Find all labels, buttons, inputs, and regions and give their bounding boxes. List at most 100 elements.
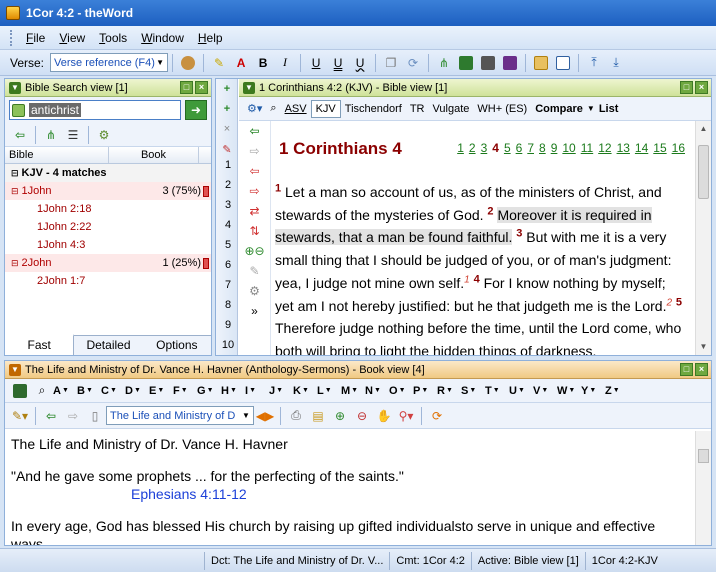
letter-f[interactable]: F ▼	[173, 385, 197, 397]
letter-n[interactable]: N ▼	[365, 385, 389, 397]
zoom-in-icon[interactable]: ⊕	[329, 406, 351, 426]
chapter-link[interactable]: 14	[635, 137, 648, 160]
window-layout-icon[interactable]	[552, 53, 574, 73]
chapter-link[interactable]: 7	[527, 137, 534, 160]
result-verse[interactable]: 1John 4:3	[5, 236, 211, 254]
zoom-icon[interactable]: ⊕⊖	[239, 241, 270, 261]
more-icon[interactable]: »	[239, 301, 270, 321]
remove-icon[interactable]: ×	[216, 119, 238, 139]
tab-tischendorf[interactable]: Tischendorf	[341, 101, 406, 117]
tab-list[interactable]: List	[595, 101, 623, 117]
tab-compare[interactable]: Compare	[531, 101, 587, 117]
letter-l[interactable]: L ▼	[317, 385, 341, 397]
scroll-thumb[interactable]	[698, 449, 709, 463]
letter-v[interactable]: V ▼	[533, 385, 557, 397]
letter-p[interactable]: P ▼	[413, 385, 437, 397]
scroll-up-icon[interactable]: ▲	[696, 121, 711, 137]
dropdown-icon[interactable]	[12, 103, 25, 117]
book-scrollbar[interactable]	[695, 431, 711, 545]
forward-arrow-icon[interactable]: ⇨	[62, 406, 84, 426]
underline-double-icon[interactable]: U	[327, 53, 349, 73]
tab-options[interactable]: Options	[143, 336, 211, 355]
letter-w[interactable]: W ▼	[557, 385, 581, 397]
chapter-link[interactable]: 5	[504, 137, 511, 160]
chapter-link[interactable]: 3	[481, 137, 488, 160]
chapter-link[interactable]: 12	[598, 137, 611, 160]
chapter-link[interactable]: 10	[562, 137, 575, 160]
letter-m[interactable]: M ▼	[341, 385, 365, 397]
library-icon[interactable]	[9, 381, 31, 401]
letter-i[interactable]: I ▼	[245, 385, 269, 397]
palette-icon[interactable]	[177, 53, 199, 73]
book-green-icon[interactable]	[455, 53, 477, 73]
letter-t[interactable]: T ▼	[485, 385, 509, 397]
letter-g[interactable]: G ▼	[197, 385, 221, 397]
result-book-1john[interactable]: ⊟ 1John 3 (75%)	[5, 182, 211, 200]
footnote-marker[interactable]: 1	[464, 274, 470, 285]
hand-icon[interactable]: ✋	[373, 406, 395, 426]
chevron-down-icon[interactable]: ▼	[153, 54, 167, 71]
prev-icon[interactable]: ⇦	[239, 161, 270, 181]
search-query[interactable]: antichrist	[29, 103, 82, 117]
menu-tools[interactable]: Tools	[92, 29, 134, 47]
scroll-down-icon[interactable]: ▼	[696, 339, 711, 355]
sync-icon[interactable]: ⟳	[426, 406, 448, 426]
menu-view[interactable]: View	[52, 29, 92, 47]
letter-o[interactable]: O ▼	[389, 385, 413, 397]
result-book-2john[interactable]: ⊟ 2John 1 (25%)	[5, 254, 211, 272]
align-bottom-icon[interactable]: ⤓	[605, 53, 627, 73]
letter-d[interactable]: D ▼	[125, 385, 149, 397]
up-down-icon[interactable]: ⇅	[239, 221, 270, 241]
letter-b[interactable]: B ▼	[77, 385, 101, 397]
clip-icon[interactable]: ✎	[239, 261, 270, 281]
copy-icon[interactable]: ❐	[380, 53, 402, 73]
settings-icon[interactable]: ⚙	[239, 281, 270, 301]
prev-next-icon[interactable]: ◀▶	[254, 406, 276, 426]
menu-window[interactable]: Window	[134, 29, 191, 47]
search-icon[interactable]: ⌕	[266, 100, 280, 117]
list-view-icon[interactable]: ☰	[62, 125, 84, 145]
italic-icon[interactable]: I	[274, 53, 296, 73]
book-icon[interactable]: ▯	[84, 406, 106, 426]
book-purple-icon[interactable]	[499, 53, 521, 73]
bible-scrollbar[interactable]: ▲ ▼	[695, 121, 711, 355]
chapter-link[interactable]: 16	[672, 137, 685, 160]
underline-icon[interactable]: U	[305, 53, 327, 73]
add-icon[interactable]: +	[216, 99, 238, 119]
footnote-marker[interactable]: 2	[666, 297, 672, 308]
underline-wavy-icon[interactable]: U	[349, 53, 371, 73]
back-arrow-icon[interactable]: ⇦	[9, 125, 31, 145]
letter-r[interactable]: R ▼	[437, 385, 461, 397]
search-go-button[interactable]: ➜	[185, 100, 207, 120]
tab-fast[interactable]: Fast	[5, 334, 75, 355]
options-gear-icon[interactable]: ⚙	[93, 125, 115, 145]
chapter-link[interactable]: 1	[457, 137, 464, 160]
letter-k[interactable]: K ▼	[293, 385, 317, 397]
chevron-down-icon[interactable]: ▼	[9, 81, 21, 94]
tab-vulgate[interactable]: Vulgate	[429, 101, 474, 117]
letter-c[interactable]: C ▼	[101, 385, 125, 397]
close-icon[interactable]: ×	[695, 81, 708, 94]
back-arrow-icon[interactable]: ⇦	[239, 121, 270, 141]
result-verse[interactable]: 1John 2:22	[5, 218, 211, 236]
tab-asv[interactable]: ASV	[281, 101, 311, 117]
letter-z[interactable]: Z ▼	[605, 385, 629, 397]
layout-icon[interactable]	[530, 53, 552, 73]
letter-s[interactable]: S ▼	[461, 385, 485, 397]
letter-u[interactable]: U ▼	[509, 385, 533, 397]
close-icon[interactable]: ×	[695, 363, 708, 376]
book-grey-icon[interactable]	[477, 53, 499, 73]
tree-icon[interactable]: ⋔	[433, 53, 455, 73]
tab-detailed[interactable]: Detailed	[74, 336, 142, 355]
chapter-link[interactable]: 9	[551, 137, 558, 160]
bold-icon[interactable]: B	[252, 53, 274, 73]
chevron-down-icon[interactable]: ▼	[9, 363, 21, 376]
search-icon[interactable]: ⌕	[31, 381, 53, 401]
chevron-down-icon[interactable]: ▼	[243, 81, 255, 94]
letter-e[interactable]: E ▼	[149, 385, 173, 397]
swap-icon[interactable]: ⇄	[239, 201, 270, 221]
collapse-icon[interactable]: ⊟	[11, 258, 19, 269]
menu-help[interactable]: Help	[191, 29, 230, 47]
chevron-down-icon[interactable]: ▼	[587, 104, 595, 113]
forward-arrow-icon[interactable]: ⇨	[239, 141, 270, 161]
